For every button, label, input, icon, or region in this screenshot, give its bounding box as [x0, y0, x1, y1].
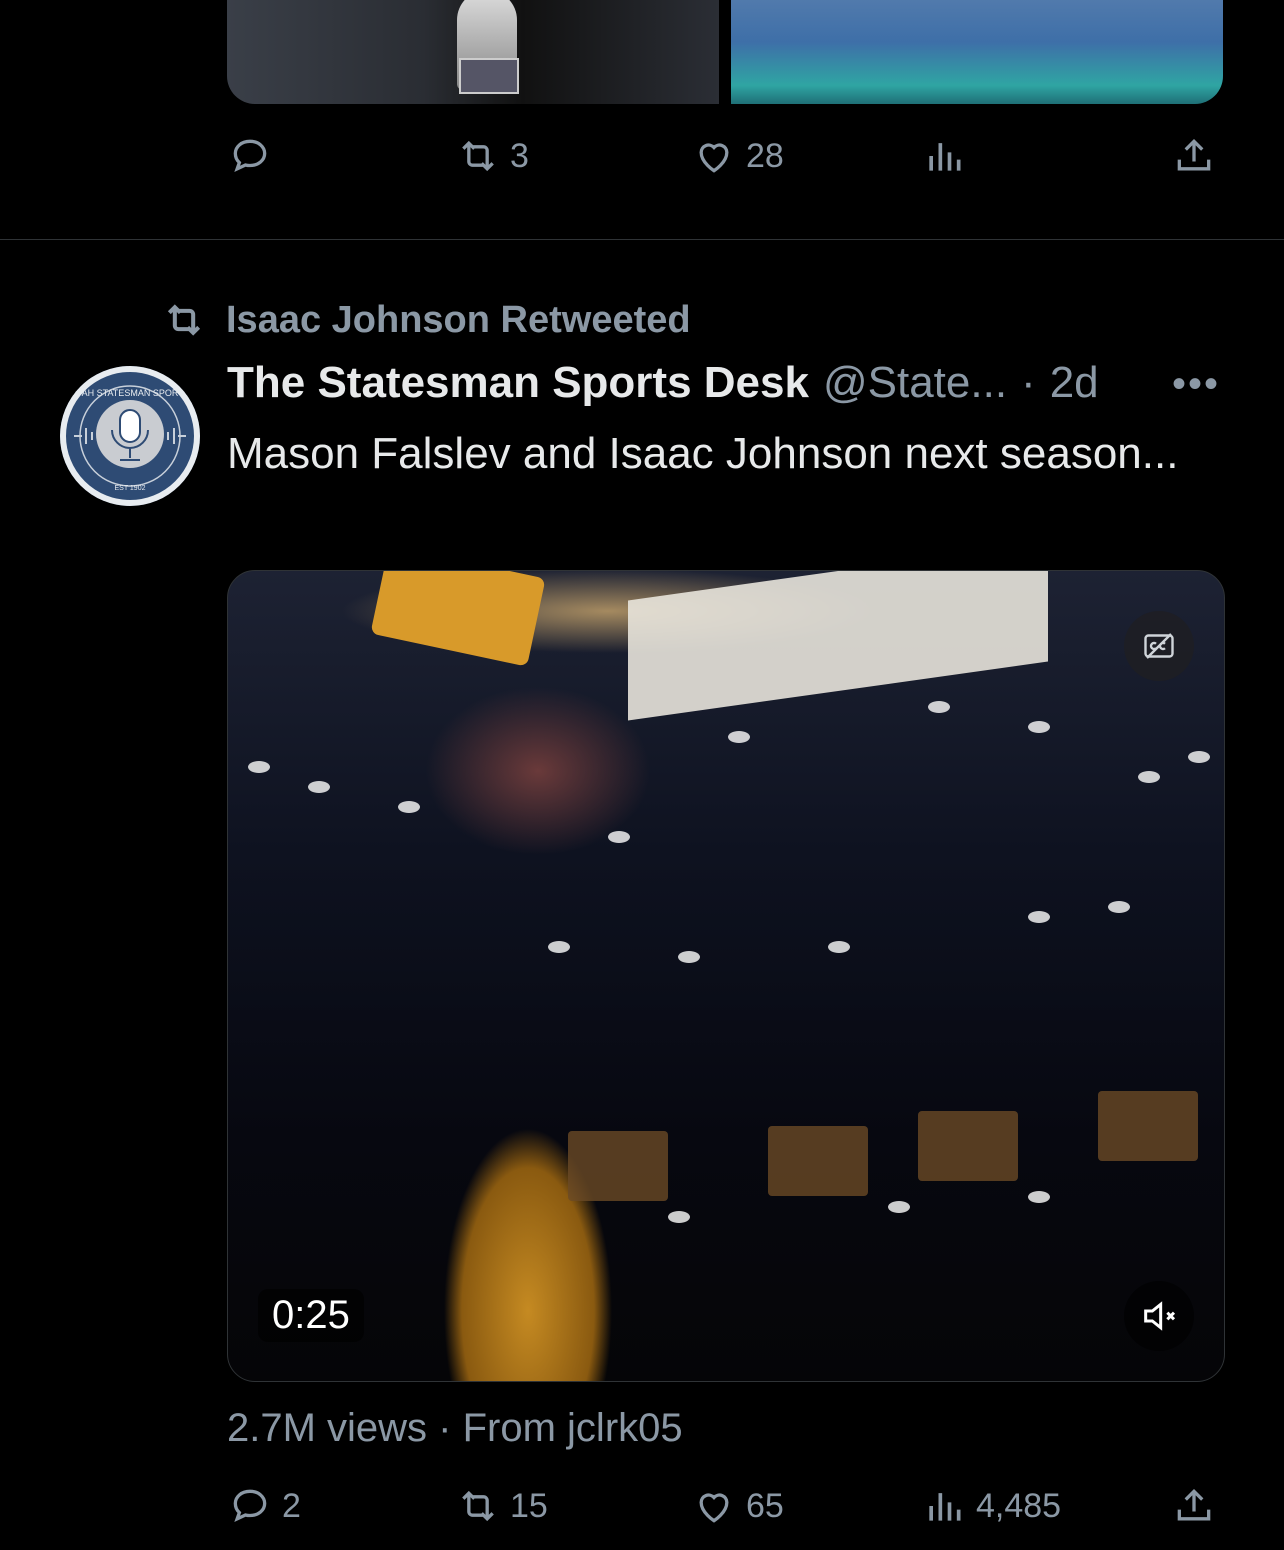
- arena-light: [728, 731, 750, 743]
- arena-light: [1108, 901, 1130, 913]
- tweet-header: The Statesman Sports Desk @State... · 2d: [227, 358, 1099, 408]
- share-button[interactable]: [1172, 134, 1216, 178]
- retweet-count: 15: [510, 1486, 548, 1525]
- arena-light: [398, 801, 420, 813]
- more-icon: •••: [1172, 362, 1221, 406]
- arena-light: [1028, 721, 1050, 733]
- reply-icon: [233, 139, 267, 172]
- video-rim: [370, 571, 546, 667]
- display-name[interactable]: The Statesman Sports Desk: [227, 358, 809, 408]
- retweet-button[interactable]: 3: [456, 134, 529, 178]
- views-button[interactable]: [922, 134, 976, 178]
- mute-icon: [1144, 1301, 1176, 1331]
- captions-button[interactable]: [1124, 611, 1194, 681]
- retweet-banner[interactable]: Isaac Johnson Retweeted: [160, 298, 691, 342]
- video-player[interactable]: 0:25: [227, 570, 1225, 1382]
- avatar[interactable]: UTAH STATESMAN SPORTS EST 1902: [60, 366, 200, 506]
- arena-light: [1188, 751, 1210, 763]
- tweet-meta: 2.7M views · From jclrk05: [227, 1406, 683, 1450]
- arena-light: [608, 831, 630, 843]
- retweet-button[interactable]: 15: [456, 1484, 548, 1528]
- media-image-trophy-display[interactable]: [731, 0, 1223, 104]
- retweet-icon: [462, 1490, 494, 1522]
- share-icon: [1177, 138, 1211, 171]
- arena-light: [248, 761, 270, 773]
- retweet-banner-text: Isaac Johnson Retweeted: [226, 298, 691, 341]
- views-icon: [929, 143, 961, 171]
- media-image-trophy[interactable]: [227, 0, 719, 104]
- arena-light: [668, 1211, 690, 1223]
- arena-light: [308, 781, 330, 793]
- retweet-icon: [462, 140, 494, 172]
- views-icon: [929, 1493, 961, 1521]
- tweet-text: Mason Falslev and Isaac Johnson next sea…: [227, 429, 1179, 478]
- views-count: 4,485: [976, 1486, 1062, 1525]
- like-button[interactable]: 28: [692, 134, 784, 178]
- retweet-icon: [167, 304, 201, 336]
- arena-light: [1028, 911, 1050, 923]
- like-icon: [699, 143, 729, 173]
- arena-light: [888, 1201, 910, 1213]
- arena-light: [1138, 771, 1160, 783]
- reply-button[interactable]: [228, 134, 282, 178]
- statesman-logo: UTAH STATESMAN SPORTS EST 1902: [62, 368, 198, 504]
- arena-light: [928, 701, 950, 713]
- like-icon: [699, 1493, 729, 1523]
- arena-window: [768, 1126, 868, 1196]
- like-count: 65: [746, 1486, 784, 1525]
- views-button[interactable]: 4,485: [922, 1484, 1061, 1528]
- timestamp[interactable]: 2d: [1050, 358, 1099, 408]
- tweet-divider: [0, 239, 1284, 240]
- more-button[interactable]: •••: [1172, 362, 1220, 407]
- handle[interactable]: @State...: [823, 358, 1007, 408]
- arena-window: [1098, 1091, 1198, 1161]
- like-button[interactable]: 65: [692, 1484, 784, 1528]
- reply-count: 2: [282, 1486, 301, 1525]
- arena-light: [548, 941, 570, 953]
- arena-light: [1028, 1191, 1050, 1203]
- arena-window: [568, 1131, 668, 1201]
- reply-button[interactable]: 2: [228, 1484, 301, 1528]
- share-icon: [1177, 1488, 1211, 1521]
- video-backboard: [628, 571, 1048, 721]
- header-separator: ·: [1021, 358, 1036, 407]
- retweet-count: 3: [510, 136, 529, 175]
- svg-text:EST 1902: EST 1902: [114, 485, 145, 492]
- reply-icon: [233, 1489, 267, 1522]
- arena-window: [918, 1111, 1018, 1181]
- mute-button[interactable]: [1124, 1281, 1194, 1351]
- share-button[interactable]: [1172, 1484, 1216, 1528]
- arena-light: [678, 951, 700, 963]
- previous-tweet-media[interactable]: [227, 0, 1223, 104]
- arena-light: [828, 941, 850, 953]
- captions-icon: [1144, 633, 1174, 659]
- video-duration: 0:25: [258, 1289, 364, 1342]
- svg-text:UTAH STATESMAN SPORTS: UTAH STATESMAN SPORTS: [70, 388, 189, 398]
- trophy-plaque: [459, 58, 519, 94]
- like-count: 28: [746, 136, 784, 175]
